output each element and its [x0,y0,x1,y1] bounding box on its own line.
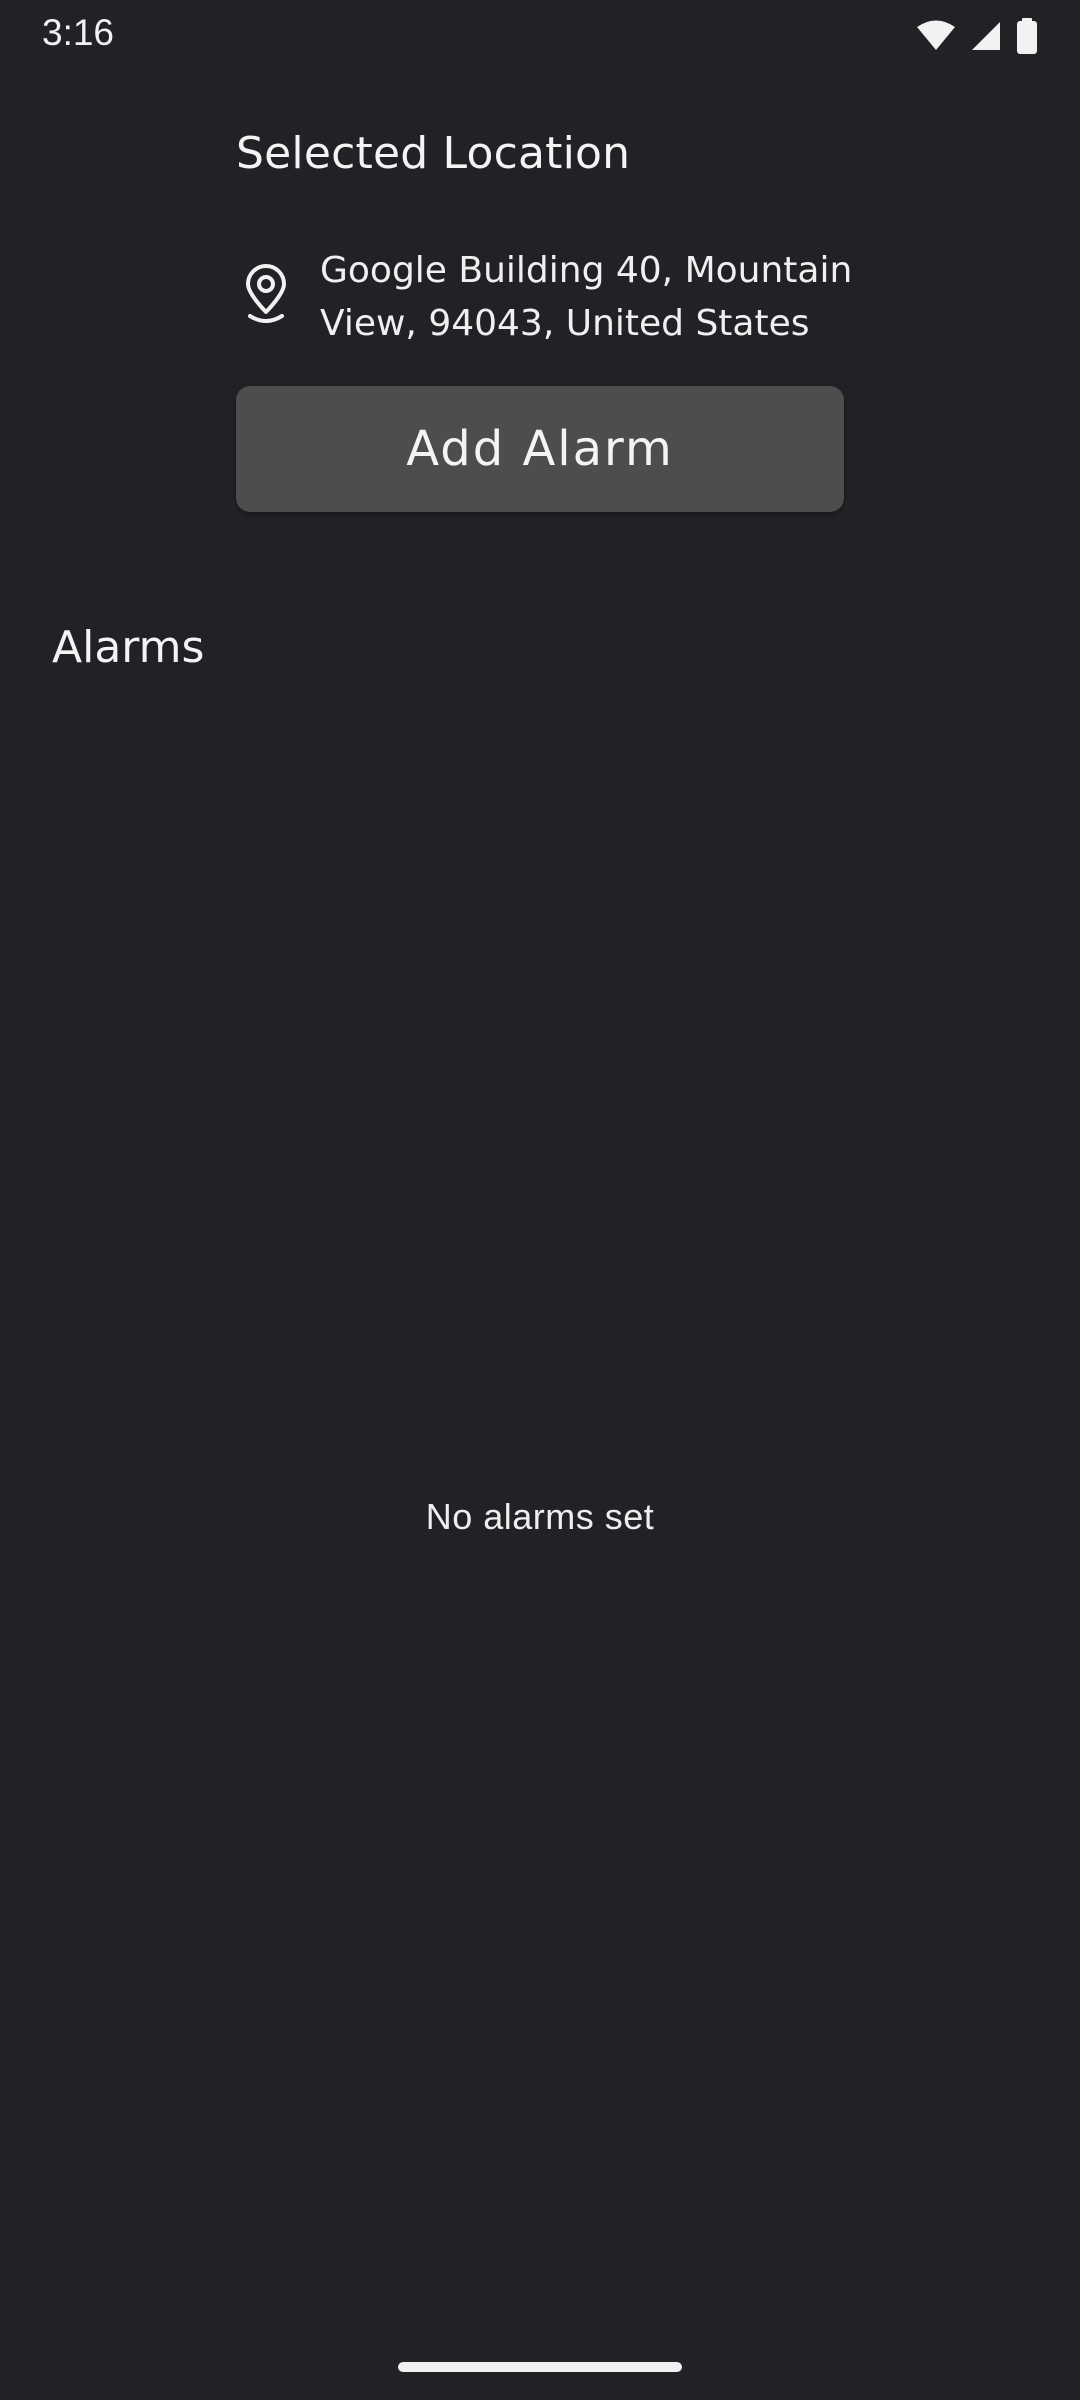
status-icons [916,18,1038,54]
battery-icon [1016,18,1038,54]
location-pin-icon [236,262,296,328]
selected-location-title: Selected Location [236,128,631,179]
alarms-heading: Alarms [52,622,205,673]
home-indicator[interactable] [398,2362,682,2372]
location-address: Google Building 40, Mountain View, 94043… [320,250,853,344]
cellular-signal-icon [970,20,1002,52]
status-bar: 3:16 [0,0,1080,72]
add-alarm-button[interactable]: Add Alarm [236,386,844,512]
no-alarms-message: No alarms set [425,1496,655,1537]
wifi-icon [916,20,956,52]
status-time: 3:16 [42,12,115,53]
selected-location-row: Google Building 40, Mountain View, 94043… [236,244,856,350]
